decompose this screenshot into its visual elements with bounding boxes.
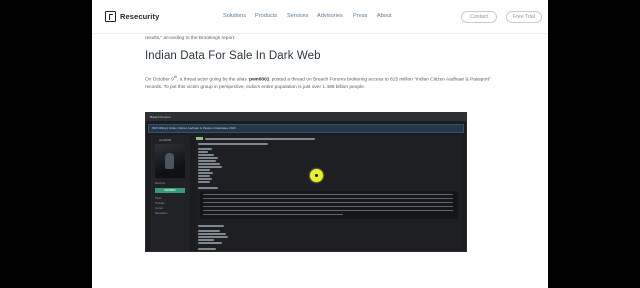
forum-text-line: [198, 143, 268, 145]
contact-button[interactable]: Contact: [461, 11, 497, 23]
forum-text-line: [198, 166, 222, 168]
forum-text-line: [205, 138, 315, 140]
nav-link-products[interactable]: Products: [255, 13, 287, 19]
forum-text-line: [198, 239, 214, 241]
forum-text-line: [198, 242, 222, 244]
nav-link-solutions[interactable]: Solutions: [223, 13, 255, 19]
brand-name: Resecurity: [120, 12, 160, 21]
forum-screenshot-image: Breach Forums [815 Million] Indian Citiz…: [145, 112, 467, 252]
forum-code-block: [200, 191, 458, 219]
forum-thread-header: [815 Million] Indian Citizen Aadhaar & P…: [148, 124, 464, 133]
free-trial-button[interactable]: Free Trial: [506, 11, 542, 23]
nav-links: Solutions Products Services Advisories P…: [223, 13, 401, 19]
forum-user-badge: MEMBER: [155, 188, 185, 193]
article-heading: Indian Data For Sale In Dark Web: [145, 50, 321, 62]
forum-code-line: [203, 194, 453, 196]
forum-code-line: [203, 198, 453, 200]
forum-user-rank: Member: [155, 181, 166, 185]
nav-link-press[interactable]: Press: [353, 13, 377, 19]
nav-link-about[interactable]: About: [377, 13, 401, 19]
forum-stat-joined: Joined: [155, 207, 163, 210]
para-text-1: On October 9: [145, 77, 174, 83]
article-paragraph: On October 9th, a threat actor going by …: [145, 73, 505, 91]
web-page: Resecurity Solutions Products Services A…: [92, 0, 548, 288]
forum-text-line: [198, 157, 218, 159]
forum-highlight-tag: [196, 137, 203, 140]
brand-logo[interactable]: Resecurity: [105, 11, 159, 22]
forum-username: pwn0001: [159, 138, 172, 142]
forum-stat-reputation: Reputation: [155, 212, 168, 215]
forum-avatar: [155, 144, 185, 178]
forum-text-line: [198, 154, 214, 156]
forum-text-line: [198, 225, 224, 227]
cursor-highlight-icon: [310, 169, 323, 182]
forum-stat-threads: Threads: [155, 202, 165, 205]
forum-text-line: [198, 187, 218, 189]
forum-post-body: [196, 135, 462, 251]
forum-text-line: [198, 230, 220, 232]
nav-link-advisories[interactable]: Advisories: [317, 13, 353, 19]
logo-icon: [105, 11, 116, 22]
forum-code-line: [203, 206, 453, 208]
forum-text-line: [198, 160, 216, 162]
forum-stat-posts: Posts: [155, 197, 162, 200]
forum-text-line: [198, 248, 216, 250]
forum-thread-title: [815 Million] Indian Citizen Aadhaar & P…: [152, 126, 236, 130]
forum-text-line: [198, 175, 210, 177]
forum-text-line: [198, 148, 212, 150]
top-navigation: Resecurity Solutions Products Services A…: [92, 0, 548, 34]
forum-text-line: [198, 169, 210, 171]
nav-link-services[interactable]: Services: [287, 13, 317, 19]
forum-window-title: Breach Forums: [150, 115, 171, 119]
forum-text-line: [198, 181, 210, 183]
forum-user-panel: pwn0001 Member MEMBER Posts Threads Join…: [150, 135, 190, 251]
intro-fragment: results,” according to the Brookings rep…: [145, 36, 236, 41]
forum-code-line: [203, 210, 453, 212]
forum-code-line: [203, 214, 343, 216]
para-alias: pwn0001: [249, 77, 270, 83]
para-text-2: , a threat actor going by the alias ‘: [177, 77, 250, 83]
forum-top-bar: Breach Forums: [146, 113, 466, 121]
forum-text-line: [198, 233, 226, 235]
forum-code-line: [203, 202, 453, 204]
forum-text-line: [198, 178, 212, 180]
forum-text-line: [198, 172, 213, 174]
forum-text-line: [198, 163, 220, 165]
forum-text-line: [198, 236, 228, 238]
forum-text-line: [198, 151, 208, 153]
